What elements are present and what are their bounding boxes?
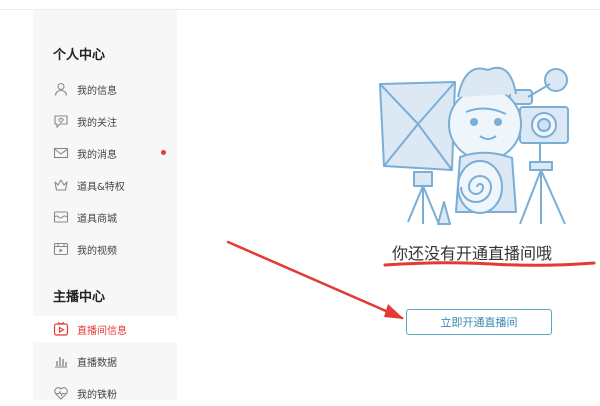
- section-title-streamer: 主播中心: [53, 290, 106, 305]
- user-icon: [53, 81, 69, 97]
- sidebar-item-label: 直播数据: [77, 357, 117, 369]
- empty-state-illustration: [379, 66, 569, 225]
- sidebar-item-my-follows[interactable]: 我的关注: [33, 108, 177, 134]
- heart-chat-icon: [53, 113, 69, 129]
- sidebar-item-my-messages[interactable]: 我的消息: [33, 140, 177, 166]
- heart-pulse-icon: [53, 385, 69, 401]
- sidebar-item-label: 我的关注: [77, 117, 117, 129]
- sidebar-item-label: 我的铁粉: [77, 389, 117, 401]
- sidebar-item-my-videos[interactable]: 我的视频: [33, 236, 177, 262]
- sidebar-item-label: 我的信息: [77, 85, 117, 97]
- sidebar-item-iron-fans[interactable]: 我的铁粉: [33, 380, 177, 406]
- unread-dot: [161, 150, 166, 155]
- open-live-room-button[interactable]: 立即开通直播间: [406, 309, 552, 335]
- sidebar-item-label: 直播间信息: [77, 325, 127, 337]
- sidebar-item-props-mall[interactable]: 道具商城: [33, 204, 177, 230]
- play-tv-icon: [53, 321, 69, 337]
- sidebar-item-label: 我的消息: [77, 149, 117, 161]
- sidebar-item-label: 我的视频: [77, 245, 117, 257]
- video-icon: [53, 241, 69, 257]
- sidebar-item-props-privileges[interactable]: 道具&特权: [33, 172, 177, 198]
- sidebar-item-label: 道具&特权: [77, 181, 125, 193]
- section-title-personal: 个人中心: [53, 48, 106, 63]
- bar-chart-icon: [53, 353, 69, 369]
- sidebar-item-room-info[interactable]: 直播间信息: [33, 316, 177, 342]
- sidebar-item-live-data[interactable]: 直播数据: [33, 348, 177, 374]
- crown-icon: [53, 177, 69, 193]
- sidebar-item-my-info[interactable]: 我的信息: [33, 76, 177, 102]
- sidebar: 个人中心 我的信息 我的关注 我的消息 道具&特权 道具商城 我的视频 主播中心…: [33, 10, 177, 401]
- shop-icon: [53, 209, 69, 225]
- red-underline-annotation: [383, 261, 596, 267]
- sidebar-item-label: 道具商城: [77, 213, 117, 225]
- mail-icon: [53, 145, 69, 161]
